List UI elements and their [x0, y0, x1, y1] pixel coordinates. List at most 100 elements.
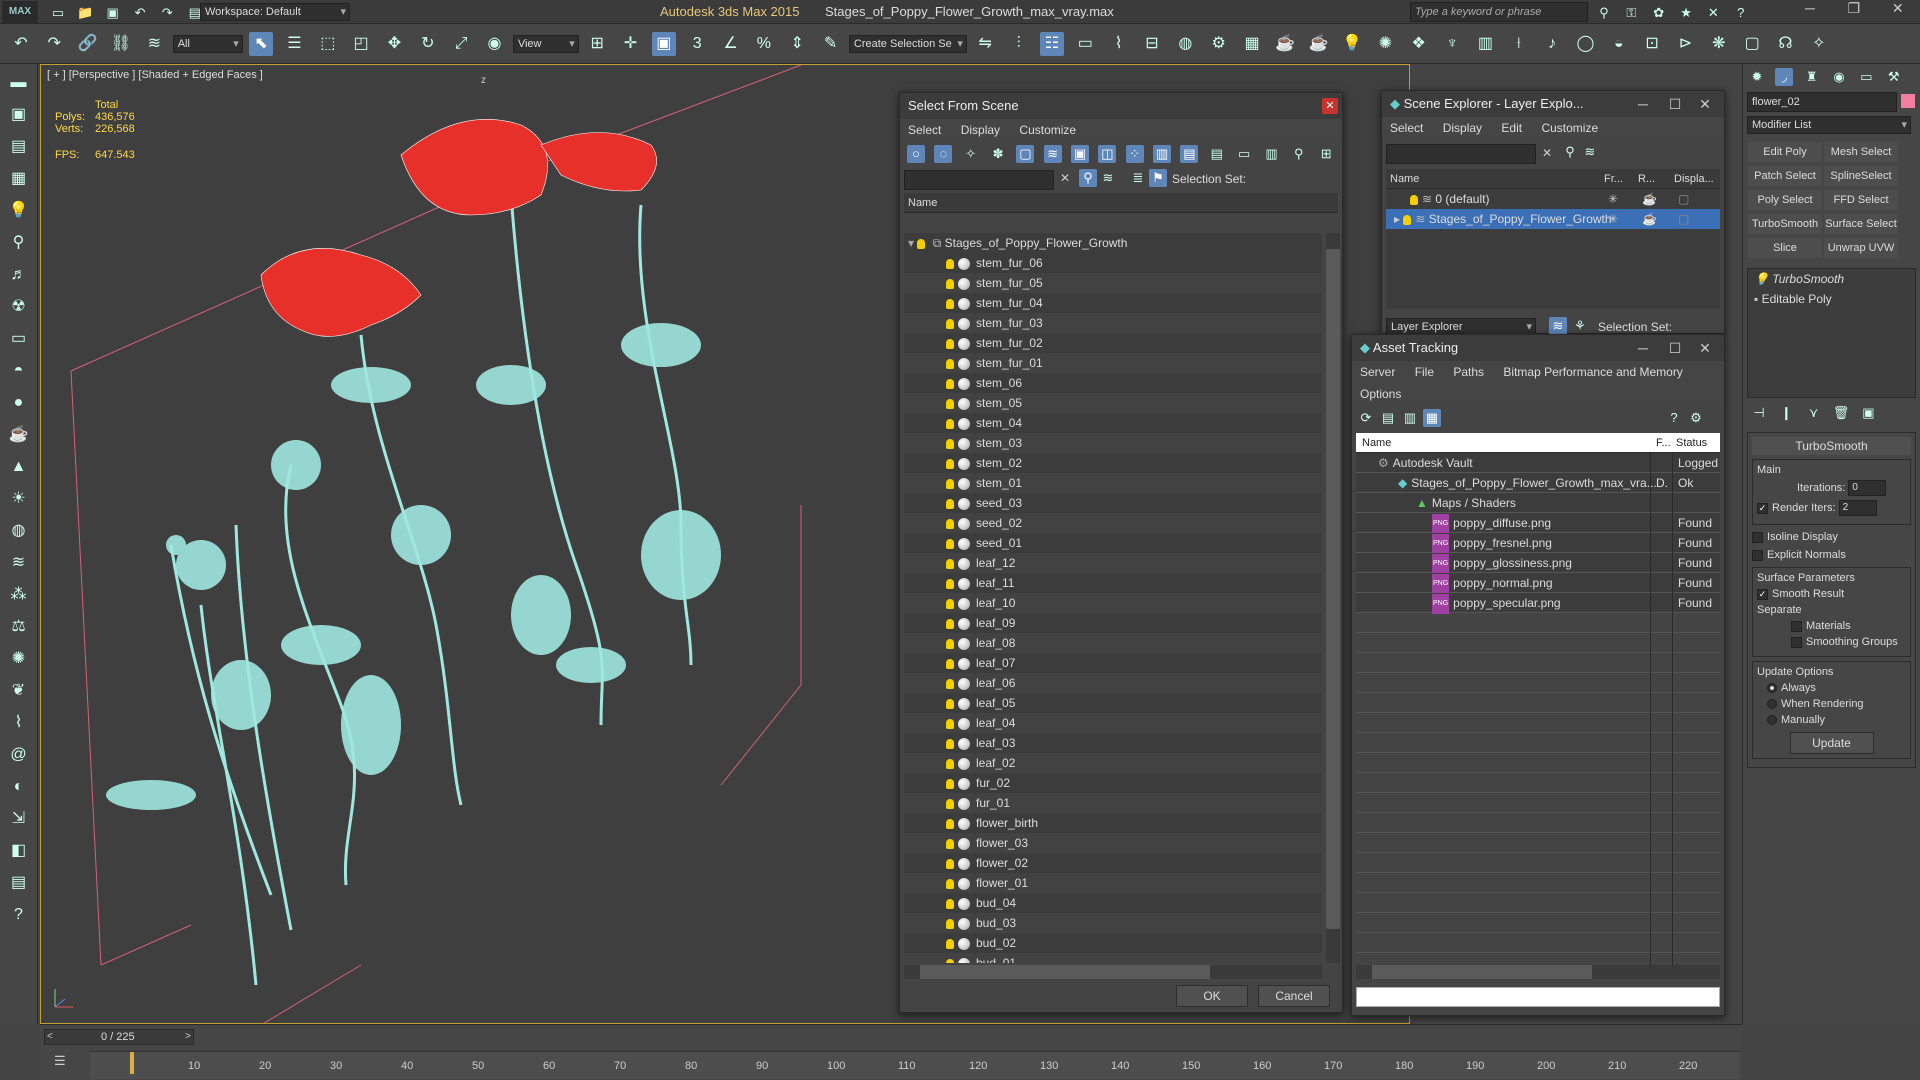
undo-icon[interactable]: ↶ [131, 4, 149, 22]
asset-row[interactable]: PNG poppy_fresnel.png Found [1356, 533, 1720, 554]
scene-object-row[interactable]: stem_fur_04 [904, 293, 1322, 313]
surface-select-button[interactable]: Surface Select [1824, 214, 1898, 234]
pin-stack-icon[interactable]: ⊣ [1750, 404, 1768, 422]
display-lights-icon[interactable]: ✧ [962, 145, 980, 163]
clear-search-icon[interactable]: ✕ [1542, 146, 1552, 160]
scene-object-row[interactable]: stem_fur_06 [904, 253, 1322, 273]
align-icon[interactable]: ⫶ [1007, 32, 1031, 56]
selection-filter-dropdown[interactable]: All [172, 35, 243, 53]
planet-icon[interactable]: ◐ [6, 774, 32, 800]
exchange-icon[interactable]: ✕ [1704, 4, 1722, 22]
vray-toon-icon[interactable]: ☊ [1774, 32, 1798, 56]
explicit-normals-checkbox[interactable] [1752, 549, 1763, 561]
vray-mesh-icon[interactable]: ⟊ [1507, 32, 1531, 56]
grass-icon[interactable]: ❦ [6, 678, 32, 704]
display-icon[interactable]: ▢ [1678, 209, 1689, 229]
menu-bitmap[interactable]: Bitmap Performance and Memory [1503, 365, 1682, 379]
col-status[interactable]: Status [1676, 433, 1707, 453]
toggle-ribbon-icon[interactable]: ▭ [1073, 32, 1097, 56]
slice-button[interactable]: Slice [1748, 238, 1822, 258]
ffd-select-button[interactable]: FFD Select [1824, 190, 1898, 210]
asset-row[interactable]: ◆ Stages_of_Poppy_Flower_Growth_max_vra..… [1356, 473, 1720, 493]
col-frozen[interactable]: Fr... [1604, 169, 1623, 189]
menu-select[interactable]: Select [908, 123, 941, 137]
light-bulb-icon[interactable] [946, 738, 954, 749]
dome-icon[interactable]: ◓ [6, 358, 32, 384]
list-icon[interactable]: ▤ [6, 134, 32, 160]
display-shapes-icon[interactable]: ◌ [934, 145, 953, 163]
update-button[interactable]: Update [1789, 732, 1874, 754]
lightbulb-icon[interactable]: 💡 [1754, 272, 1769, 286]
freeze-icon[interactable]: ✳ [1608, 209, 1618, 229]
render-iters-checkbox[interactable]: ✓ [1757, 502, 1768, 514]
col-render[interactable]: R... [1638, 169, 1655, 189]
asset-row[interactable]: PNG poppy_diffuse.png Found [1356, 513, 1720, 534]
light-bulb-icon[interactable] [946, 338, 954, 349]
asset-row[interactable]: PNG poppy_specular.png Found [1356, 593, 1720, 614]
modifier-list-dropdown[interactable]: Modifier List [1747, 116, 1911, 134]
scene-object-row[interactable]: seed_01 [904, 533, 1322, 553]
box-icon[interactable]: ▭ [6, 326, 32, 352]
light-bulb-icon[interactable] [946, 578, 954, 589]
scene-object-row[interactable]: leaf_05 [904, 693, 1322, 713]
hf-icon[interactable]: ⌇ [6, 710, 32, 736]
light-bulb-icon[interactable] [946, 358, 954, 369]
materials-checkbox[interactable] [1791, 620, 1802, 632]
scene-object-row[interactable]: flower_birth [904, 813, 1322, 833]
light-bulb-icon[interactable] [946, 618, 954, 629]
asset-row[interactable]: PNG poppy_normal.png Found [1356, 573, 1720, 594]
help-icon[interactable]: ? [6, 902, 32, 928]
app-logo[interactable]: MAX [2, 1, 38, 23]
help-search-input[interactable]: Type a keyword or phrase [1410, 2, 1588, 22]
time-slider[interactable]: < 0 / 225 > [44, 1029, 194, 1045]
display-frozen-icon[interactable]: ▤ [1180, 145, 1199, 163]
light-bulb-icon[interactable] [946, 698, 954, 709]
scene-object-row[interactable]: stem_fur_05 [904, 273, 1322, 293]
scrollbar-thumb[interactable] [1372, 965, 1592, 979]
menu-file[interactable]: File [1415, 365, 1434, 379]
vray-plane-icon[interactable]: ⊡ [1640, 32, 1664, 56]
snaps-toggle-icon[interactable]: 3 [685, 32, 709, 56]
unwrap-uvw-button[interactable]: Unwrap UVW [1824, 238, 1898, 258]
create-tab-icon[interactable]: ✹ [1748, 68, 1766, 86]
scrollbar-thumb[interactable] [1326, 249, 1340, 929]
scene-object-row[interactable]: stem_03 [904, 433, 1322, 453]
scene-object-row[interactable]: leaf_10 [904, 593, 1322, 613]
edit-poly-button[interactable]: Edit Poly [1748, 142, 1822, 162]
select-object-icon[interactable]: ⬉ [249, 32, 274, 56]
window-crossing-icon[interactable]: ◰ [349, 32, 373, 56]
rect-selection-icon[interactable]: ⬚ [316, 32, 340, 56]
vray-vfb-icon[interactable]: ⊳ [1673, 32, 1697, 56]
scrollbar-thumb[interactable] [920, 965, 1210, 979]
poly-select-button[interactable]: Poly Select [1748, 190, 1822, 210]
render-production-icon[interactable]: ☕ [1273, 32, 1297, 56]
spline-select-button[interactable]: SplineSelect [1824, 166, 1898, 186]
scene-object-row[interactable]: stem_05 [904, 393, 1322, 413]
menu-paths[interactable]: Paths [1453, 365, 1484, 379]
smoothing-groups-checkbox[interactable] [1791, 636, 1802, 648]
sun-icon[interactable]: ☀ [6, 486, 32, 512]
robot-icon[interactable]: ☢ [6, 294, 32, 320]
vray-lamp-icon[interactable]: ♪ [1540, 32, 1564, 56]
light-bulb-icon[interactable] [946, 818, 954, 829]
vray-dome-icon[interactable]: ◒ [1607, 32, 1631, 56]
scene-object-row[interactable]: stem_fur_03 [904, 313, 1322, 333]
scene-object-row[interactable]: bud_04 [904, 893, 1322, 913]
light-bulb-icon[interactable] [946, 498, 954, 509]
clear-search-icon[interactable]: ✕ [1060, 171, 1070, 185]
redo-icon[interactable]: ↷ [42, 32, 66, 56]
light-bulb-icon[interactable] [946, 918, 954, 929]
patch-select-button[interactable]: Patch Select [1748, 166, 1822, 186]
light-bulb-icon[interactable] [946, 458, 954, 469]
light-bulb-icon[interactable] [946, 318, 954, 329]
render-icon[interactable]: ▣ [6, 102, 32, 128]
scene-object-row[interactable]: stem_fur_02 [904, 333, 1322, 353]
asset-path-field[interactable] [1356, 987, 1720, 1007]
vertical-scrollbar[interactable] [1326, 233, 1340, 963]
workspace-dropdown[interactable]: Workspace: Default [200, 3, 350, 21]
light-bulb-icon[interactable] [946, 258, 954, 269]
snail-icon[interactable]: @ [6, 742, 32, 768]
scene-object-row[interactable]: stem_02 [904, 453, 1322, 473]
undo-icon[interactable]: ↶ [9, 32, 33, 56]
light-bulb-icon[interactable] [917, 238, 926, 249]
